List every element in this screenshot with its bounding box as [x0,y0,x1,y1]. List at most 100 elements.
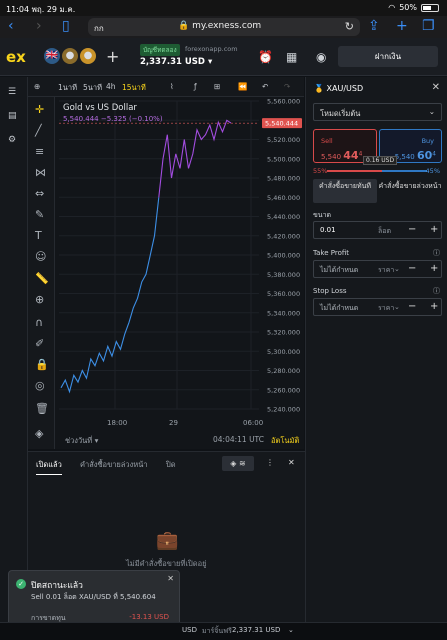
projection-icon[interactable]: ⇔ [35,187,44,200]
volume-decrease-button[interactable]: − [408,224,416,235]
price-tick-label: 5,460.000 [267,194,300,202]
tp-info-icon[interactable]: ⓘ [433,248,440,258]
layers-icon[interactable]: ◈ [35,427,43,440]
url-bar[interactable]: กก 🔒 my.exness.com ↻ [88,18,360,36]
indicators-icon[interactable]: ƒ [194,82,197,91]
trash-icon[interactable]: 🗑 [35,402,49,415]
chart-clock: 04:04:11 UTC [213,435,264,444]
tp-decrease-button[interactable]: − [408,263,416,274]
price-tick-label: 5,240.000 [267,406,300,414]
tab-market-order[interactable]: คำสั่งซื้อขายทันที [313,179,377,203]
deposit-button[interactable]: ฝากเงิน [338,46,438,67]
lock-drawings-icon[interactable]: ✐ [35,337,44,350]
chart-type-icon[interactable]: ⌇ [170,82,174,91]
add-indicator-icon[interactable]: ⊕ [34,82,40,91]
alarm-icon[interactable]: ⏰ [258,50,273,64]
tab-open-positions[interactable]: เปิดแล้ว [36,459,62,475]
add-instrument-button[interactable]: + [106,47,119,66]
rewind-icon[interactable]: ⏪ [238,82,247,91]
magnet-icon[interactable]: ∩ [35,316,43,329]
volume-field[interactable]: 0.01 ล็อต − + [313,221,442,239]
stop-loss-field[interactable]: ไม่ได้กำหนด ราคา ⌄ − + [313,298,442,316]
tab-pending-order[interactable]: คำสั่งซื้อขายล่วงหน้า [378,179,442,203]
ruler-icon[interactable]: 📏 [35,272,49,285]
calendar-icon[interactable]: ▤ [8,111,17,121]
buy-sentiment: 45% [425,167,440,175]
tab-pending-orders[interactable]: คำสั่งซื้อขายล่วงหน้า [80,459,148,471]
forward-icon[interactable]: › [36,18,42,34]
toast-close-icon[interactable]: ✕ [167,574,174,583]
instrument-tab-2-icon[interactable]: ● [62,48,78,64]
chart-quote: 5,540.444 −5.325 (−0.10%) [63,115,163,123]
instrument-tab-3-icon[interactable]: ● [80,48,96,64]
auto-scale-button[interactable]: อัตโนมัติ [271,435,299,447]
tabs-icon[interactable]: ❐ [422,18,435,34]
sl-increase-button[interactable]: + [430,301,438,312]
pattern-icon[interactable]: ⋈ [35,166,46,179]
footer-chevron-icon[interactable]: ⌄ [288,626,294,634]
time-tick-label: 06:00 [243,419,263,427]
tp-increase-button[interactable]: + [430,263,438,274]
timeframe-15m[interactable]: 15นาที [122,82,146,94]
book-icon[interactable]: ▯ [62,18,70,34]
layout-icon[interactable]: ⊞ [214,82,220,91]
url-text: 🔒 my.exness.com [178,21,262,31]
share-icon[interactable]: ⇪ [368,18,380,34]
chart-svg[interactable]: 5,560.0005,540.0005,520.0005,500.0005,48… [55,97,304,449]
tab-closed[interactable]: ปิด [166,459,176,471]
close-panel-icon[interactable]: ✕ [432,82,440,93]
menu-icon[interactable]: ☰ [8,87,16,97]
chart-bottom-bar: ช่วงวันที่ ▾ 04:04:11 UTC อัตโนมัติ [55,431,304,449]
exness-logo[interactable]: ex [6,48,26,66]
back-icon[interactable]: ‹ [8,18,14,34]
trendline-icon[interactable]: ╱ [35,124,42,137]
timeframe-1m[interactable]: 1นาที [58,82,77,94]
instrument-tab-1-icon[interactable]: 🇬🇧 [44,48,60,64]
timeframe-4h[interactable]: 4h [106,82,116,91]
brush-icon[interactable]: ✎ [35,208,44,221]
undo-icon[interactable]: ↶ [262,82,268,91]
zoom-icon[interactable]: ⊕ [35,293,44,306]
crosshair-icon[interactable]: ✛ [35,103,44,116]
sell-price: 5,540 444 [321,149,363,162]
chevron-down-icon: ⌄ [394,265,400,273]
drawing-toolbar: ✛ ╱ ≡ ⋈ ⇔ ✎ T ☺ 📏 ⊕ ∩ ✐ 🔒 ◎ 🗑 ◈ [28,97,55,449]
more-icon[interactable]: ⋮ [266,458,274,467]
mode-select[interactable]: โหมดเริ่มต้น ⌄ [313,103,442,121]
lock-icon[interactable]: 🔒 [35,358,49,371]
new-tab-icon[interactable]: + [396,18,408,34]
take-profit-label: Take Profit [313,249,350,257]
account-balance[interactable]: 2,337.31 USD ▾ [140,57,212,67]
apps-grid-icon[interactable]: ▦ [286,50,297,64]
spread-badge: 0.16 USD [363,156,398,165]
price-tick-label: 5,320.000 [267,329,300,337]
fib-icon[interactable]: ≡ [35,145,44,158]
eye-icon[interactable]: ◎ [35,379,45,392]
symbol-title: 🥇 XAU/USD [314,84,364,93]
check-icon: ✓ [16,579,26,589]
left-sidebar: ☰ ▤ ⚙ [0,77,28,622]
sl-decrease-button[interactable]: − [408,301,416,312]
current-price-label: 5,540.444 [265,120,298,128]
close-icon[interactable]: ✕ [288,458,295,467]
sl-info-icon[interactable]: ⓘ [433,286,440,296]
chart-toolbar: ⊕ 1นาที 5นาที 4h 15นาที ⌇ ƒ ⊞ ⏪ ↶ ↷ [28,77,304,97]
profile-icon[interactable]: ◉ [316,50,326,64]
battery-icon [421,3,439,12]
reload-icon[interactable]: ↻ [345,20,354,33]
price-series-line [60,197,160,394]
view-toggle[interactable]: ◈ ≋ [222,456,254,471]
price-chart[interactable]: 5,560.0005,540.0005,520.0005,500.0005,48… [55,97,304,449]
timeframe-5m[interactable]: 5นาที [83,82,102,94]
date-range-selector[interactable]: ช่วงวันที่ ▾ [65,435,98,447]
take-profit-field[interactable]: ไม่ได้กำหนด ราคา ⌄ − + [313,260,442,278]
volume-increase-button[interactable]: + [430,224,438,235]
stop-loss-label: Stop Loss [313,287,347,295]
account-type-badge: บัญชีทดลอง [140,44,180,56]
reader-button[interactable]: กก [94,22,104,35]
emoji-icon[interactable]: ☺ [35,250,46,263]
toast-pl-value: -13.13 USD [129,613,169,621]
redo-icon[interactable]: ↷ [284,82,290,91]
text-icon[interactable]: T [35,229,42,242]
settings-icon[interactable]: ⚙ [8,135,16,145]
